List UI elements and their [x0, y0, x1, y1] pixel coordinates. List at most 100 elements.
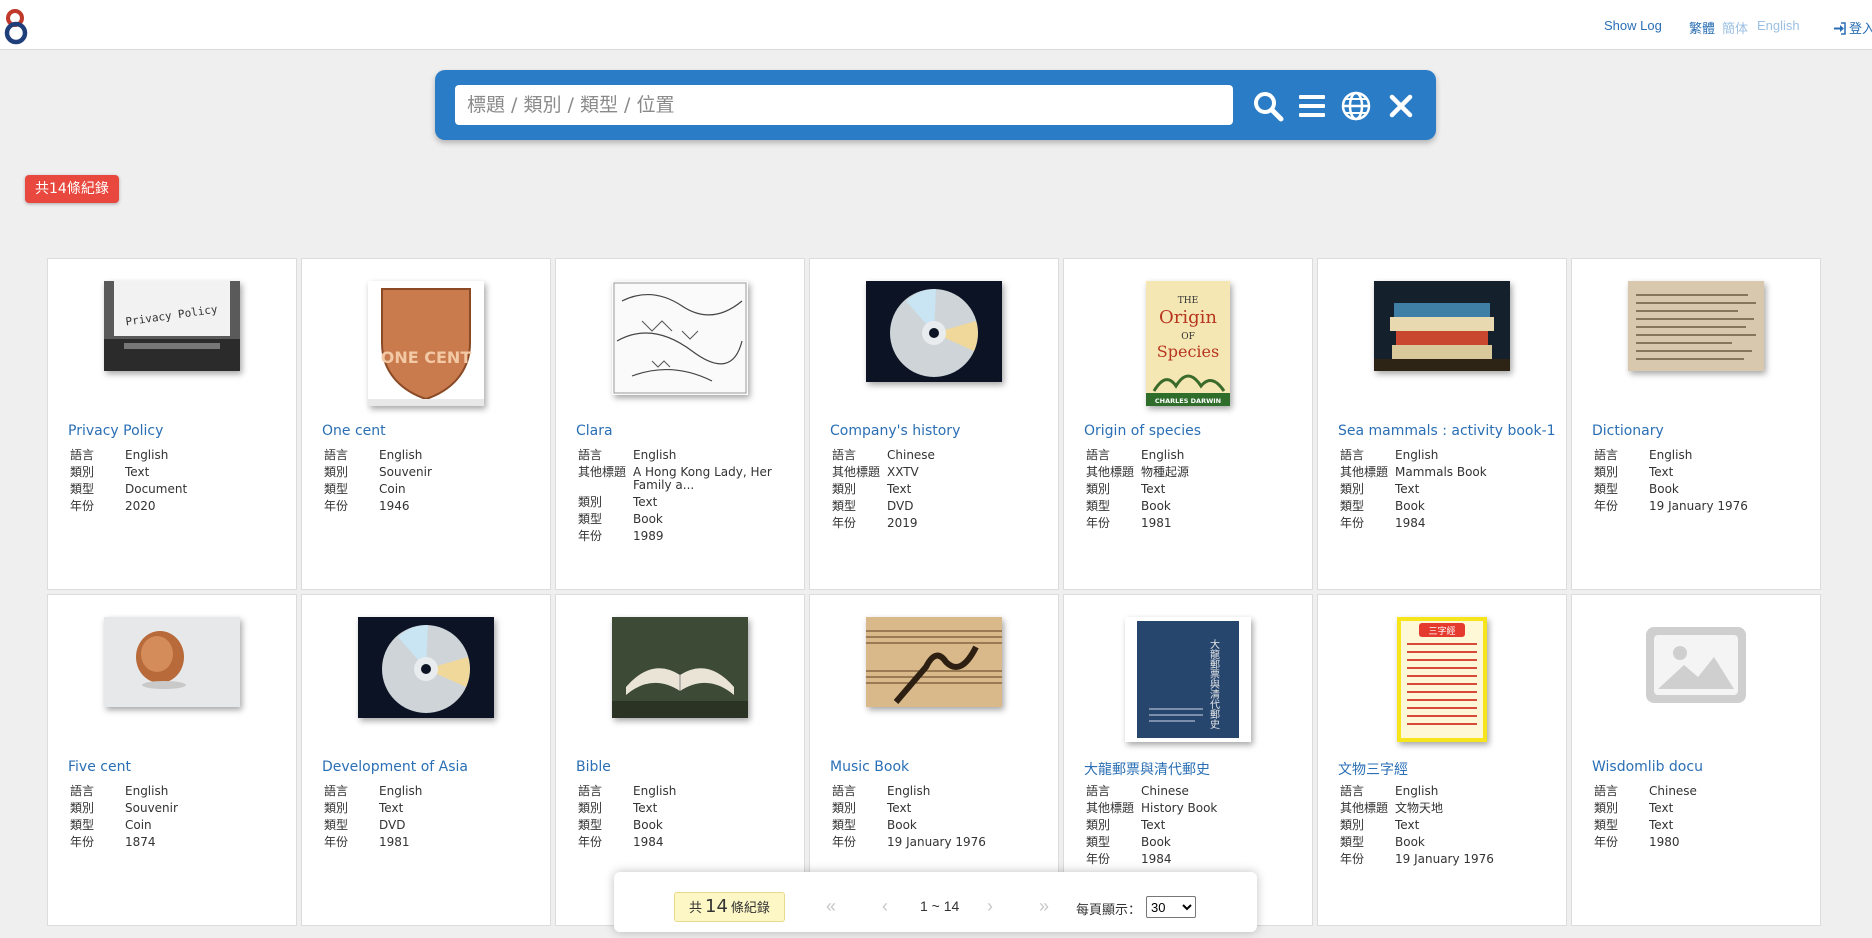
- meta-value: Chinese: [887, 448, 935, 462]
- meta-value: 1946: [379, 499, 410, 513]
- card-title-link[interactable]: Clara: [576, 423, 796, 439]
- result-card[interactable]: ONE CENT One cent 語言 English 類別 Souvenir 類型 Coi…: [301, 258, 551, 590]
- svg-text:Origin: Origin: [1159, 307, 1217, 328]
- meta-key: 類型: [70, 818, 95, 832]
- meta-row: 年份 19 January 1976: [1594, 498, 1809, 515]
- meta-row: 類別 Text: [832, 481, 1047, 498]
- card-title-link[interactable]: 大龍郵票與清代郵史: [1084, 759, 1304, 779]
- meta-row: 類型 Document: [70, 481, 285, 498]
- copper-coin-image: [104, 617, 240, 707]
- meta-key: 年份: [832, 516, 857, 530]
- result-card[interactable]: 三字經 文物三字經 語言 English 其他標題 文物天地 類別 Text 類型 Book 年份 1…: [1317, 594, 1567, 926]
- meta-value: 1984: [633, 835, 664, 849]
- meta-value: 2020: [125, 499, 156, 513]
- card-thumbnail[interactable]: 三字經: [1397, 617, 1487, 742]
- meta-key: 語言: [324, 448, 349, 462]
- card-thumbnail[interactable]: Privacy Policy: [104, 281, 240, 371]
- card-title-link[interactable]: Company's history: [830, 423, 1050, 439]
- card-title-link[interactable]: Development of Asia: [322, 759, 542, 775]
- card-thumbnail[interactable]: [866, 281, 1002, 382]
- card-title-link[interactable]: Bible: [576, 759, 796, 775]
- per-page-select[interactable]: 10203050: [1146, 896, 1196, 918]
- meta-value: 2019: [887, 516, 918, 530]
- result-card[interactable]: Development of Asia 語言 English 類別 Text 類型 DVD 年…: [301, 594, 551, 926]
- menu-icon[interactable]: [1296, 90, 1328, 122]
- meta-row: 語言 English: [1086, 447, 1301, 464]
- meta-value: History Book: [1141, 801, 1218, 815]
- svg-text:CHARLES DARWIN: CHARLES DARWIN: [1155, 397, 1221, 405]
- meta-row: 類型 Book: [578, 817, 793, 834]
- top-bar: Show Log 繁體 簡体 English 登入: [0, 0, 1872, 50]
- per-page-label: 每頁顯示：: [1076, 903, 1142, 918]
- lang-english-link[interactable]: English: [1757, 18, 1800, 33]
- result-card[interactable]: Clara 語言 English 其他標題 A Hong Kong Lady, Her …: [555, 258, 805, 590]
- meta-key: 類型: [324, 818, 349, 832]
- meta-key: 類別: [1340, 818, 1365, 832]
- lang-simplified-link[interactable]: 簡体: [1722, 18, 1748, 37]
- result-card[interactable]: THE Origin OF Species CHARLES DARWIN Origin o…: [1063, 258, 1313, 590]
- close-icon[interactable]: [1385, 90, 1417, 122]
- meta-row: 年份 1980: [1594, 834, 1809, 851]
- card-thumbnail[interactable]: [1646, 627, 1746, 703]
- card-thumbnail[interactable]: 大龍郵票與清代郵史: [1125, 617, 1251, 742]
- result-card[interactable]: Dictionary 語言 English 類別 Text 類型 Book 年份 19 Janu…: [1571, 258, 1821, 590]
- next-page-button[interactable]: ›: [987, 896, 993, 917]
- result-card[interactable]: Sea mammals : activity book-1 語言 English 其他…: [1317, 258, 1567, 590]
- login-link[interactable]: 登入: [1833, 18, 1872, 37]
- card-title-link[interactable]: Wisdomlib docu: [1592, 759, 1812, 775]
- result-card[interactable]: Wisdomlib docu 語言 Chinese 類別 Text 類型 Text 年份 198…: [1571, 594, 1821, 926]
- meta-value: Text: [633, 495, 658, 509]
- lang-traditional-link[interactable]: 繁體: [1689, 18, 1715, 37]
- meta-value: Book: [1141, 499, 1171, 513]
- meta-key: 類型: [70, 482, 95, 496]
- card-title-link[interactable]: Origin of species: [1084, 423, 1304, 439]
- card-thumbnail[interactable]: [358, 617, 494, 718]
- meta-row: 年份 1874: [70, 834, 285, 851]
- meta-key: 語言: [70, 784, 95, 798]
- card-meta: 語言 English 其他標題 Mammals Book 類別 Text 類型 Book 年份 1…: [1340, 447, 1555, 532]
- sheet-music-image: [866, 617, 1002, 707]
- card-title-link[interactable]: Dictionary: [1592, 423, 1812, 439]
- card-thumbnail[interactable]: ONE CENT: [368, 281, 484, 406]
- result-card[interactable]: Privacy Policy Privacy Policy 語言 English 類別 T…: [47, 258, 297, 590]
- prev-page-button[interactable]: ‹: [882, 896, 888, 917]
- card-thumbnail[interactable]: [1628, 281, 1764, 371]
- meta-value: English: [125, 448, 169, 462]
- meta-key: 類別: [578, 495, 603, 509]
- result-card[interactable]: Five cent 語言 English 類別 Souvenir 類型 Coin 年份 1874: [47, 594, 297, 926]
- card-thumbnail[interactable]: [104, 617, 240, 707]
- search-input[interactable]: [455, 85, 1233, 125]
- meta-key: 語言: [70, 448, 95, 462]
- first-page-button[interactable]: «: [826, 896, 836, 917]
- sign-in-icon: [1834, 22, 1846, 35]
- last-page-button[interactable]: »: [1039, 896, 1049, 917]
- meta-value: English: [1141, 448, 1185, 462]
- meta-value: 1981: [1141, 516, 1172, 530]
- card-title-link[interactable]: Privacy Policy: [68, 423, 288, 439]
- meta-value: 1989: [633, 529, 664, 543]
- meta-value: 文物天地: [1395, 801, 1444, 815]
- result-card[interactable]: Company's history 語言 Chinese 其他標題 XXTV 類別 Text…: [809, 258, 1059, 590]
- meta-key: 類型: [1594, 818, 1619, 832]
- card-thumbnail[interactable]: [866, 617, 1002, 707]
- app-logo[interactable]: [2, 7, 30, 45]
- login-label: 登入: [1849, 21, 1872, 36]
- card-thumbnail[interactable]: [612, 281, 748, 395]
- card-title-link[interactable]: One cent: [322, 423, 542, 439]
- meta-row: 年份 1984: [1086, 851, 1301, 868]
- card-thumbnail[interactable]: [1374, 281, 1510, 371]
- card-title-link[interactable]: Music Book: [830, 759, 1050, 775]
- svg-text:ONE CENT: ONE CENT: [381, 348, 472, 367]
- meta-row: 年份 19 January 1976: [832, 834, 1047, 851]
- card-thumbnail[interactable]: THE Origin OF Species CHARLES DARWIN: [1146, 281, 1230, 406]
- card-thumbnail[interactable]: [612, 617, 748, 718]
- meta-row: 類別 Souvenir: [70, 800, 285, 817]
- card-title-link[interactable]: Five cent: [68, 759, 288, 775]
- search-icon[interactable]: [1252, 90, 1284, 122]
- card-title-link[interactable]: Sea mammals : activity book-1: [1338, 423, 1558, 439]
- meta-value: Book: [887, 818, 917, 832]
- globe-icon[interactable]: [1340, 90, 1372, 122]
- meta-row: 類別 Text: [1086, 817, 1301, 834]
- card-title-link[interactable]: 文物三字經: [1338, 759, 1558, 779]
- show-log-link[interactable]: Show Log: [1604, 18, 1662, 33]
